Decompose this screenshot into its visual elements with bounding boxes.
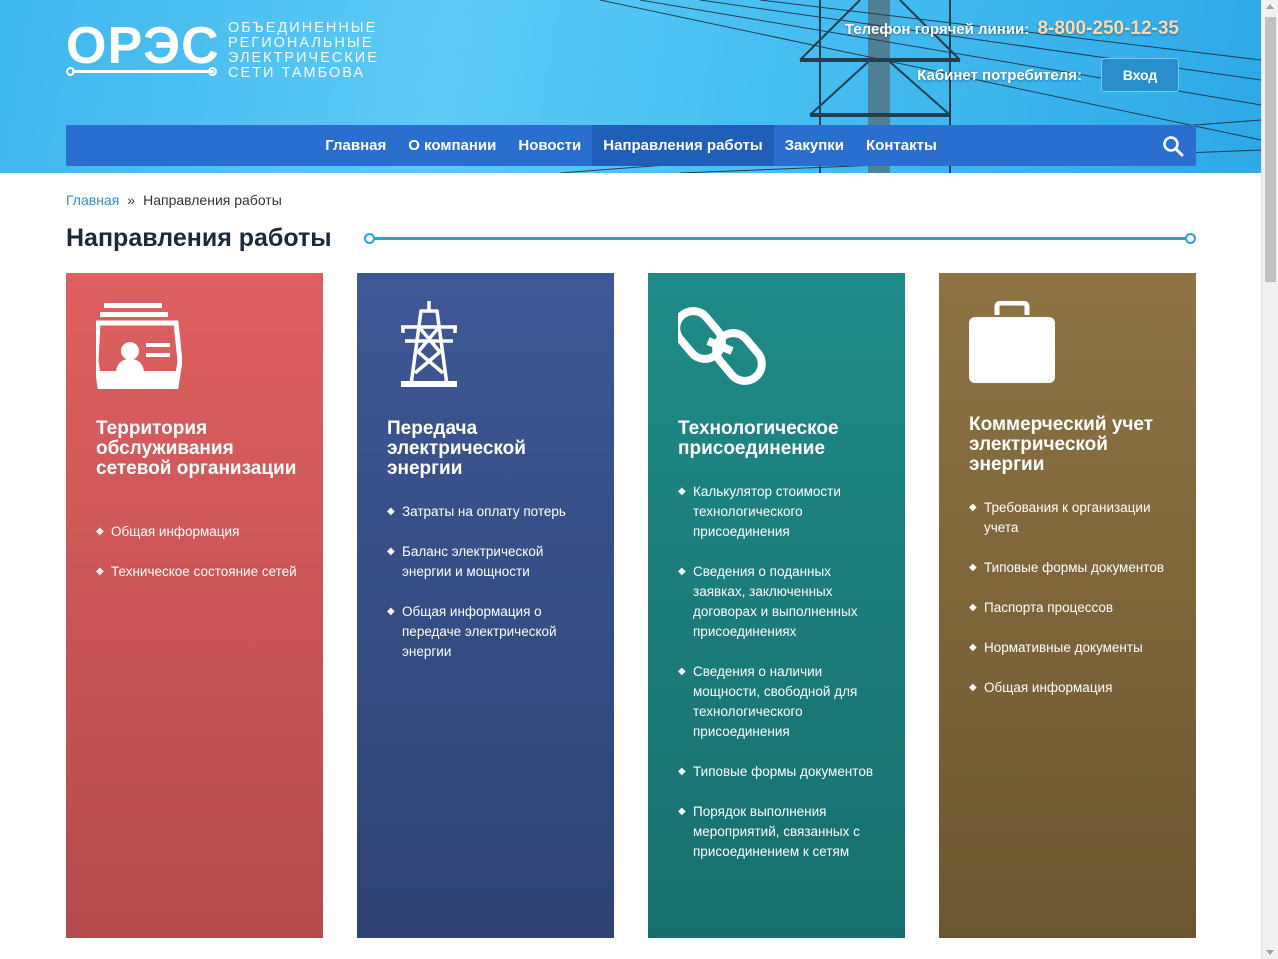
chain-link-icon	[678, 307, 766, 385]
card-link[interactable]: Затраты на оплату потерь	[387, 502, 592, 522]
card-energy-transmission: Передача электрической энергии Затраты н…	[357, 273, 614, 938]
card-link[interactable]: Общая информация о передаче электрическо…	[387, 602, 592, 662]
hotline: Телефон горячей линии: 8-800-250-12-35	[845, 18, 1179, 40]
card-link[interactable]: Общая информация	[969, 678, 1174, 698]
scroll-up-arrow-icon[interactable]	[1266, 4, 1274, 9]
card-link[interactable]: Нормативные документы	[969, 638, 1174, 658]
card-link-list: Затраты на оплату потерь Баланс электрич…	[387, 502, 592, 682]
breadcrumb: Главная » Направления работы	[66, 192, 282, 208]
card-link[interactable]: Требования к организации учета	[969, 498, 1174, 538]
card-service-territory: Территория обслуживания сетевой организа…	[66, 273, 323, 938]
hotline-phone[interactable]: 8-800-250-12-35	[1037, 18, 1179, 39]
nav-item-about[interactable]: О компании	[397, 125, 507, 166]
card-link[interactable]: Сведения о наличии мощности, свободной д…	[678, 662, 883, 742]
logo-subtitle-line: ОБЪЕДИНЕННЫЕ	[228, 20, 378, 36]
breadcrumb-current: Направления работы	[143, 192, 282, 208]
id-card-icon	[96, 303, 182, 389]
card-link[interactable]: Типовые формы документов	[678, 762, 883, 782]
card-title[interactable]: Технологическое присоединение	[678, 419, 885, 459]
card-link[interactable]: Порядок выполнения мероприятий, связанны…	[678, 802, 883, 862]
card-link[interactable]: Общая информация	[96, 522, 301, 542]
company-logo[interactable]: ОРЭС ОБЪЕДИНЕННЫЕ РЕГИОНАЛЬНЫЕ ЭЛЕКТРИЧЕ…	[66, 20, 379, 82]
briefcase-icon	[969, 301, 1055, 383]
site-header: ОРЭС ОБЪЕДИНЕННЫЕ РЕГИОНАЛЬНЫЕ ЭЛЕКТРИЧЕ…	[0, 0, 1261, 173]
main-nav: Главная О компании Новости Направления р…	[66, 125, 1196, 166]
card-tech-connection: Технологическое присоединение Калькулято…	[648, 273, 905, 938]
page-title: Направления работы	[66, 224, 332, 252]
consumer-cabinet: Кабинет потребителя: Вход	[917, 58, 1179, 92]
title-decoration-line	[364, 232, 1196, 244]
card-commercial-metering: Коммерческий учет электрической энергии …	[939, 273, 1196, 938]
logo-subtitle-line: ЭЛЕКТРИЧЕСКИЕ	[228, 50, 379, 66]
logo-subtitle-line: РЕГИОНАЛЬНЫЕ	[228, 35, 374, 51]
card-title[interactable]: Передача электрической энергии	[387, 419, 594, 479]
card-link[interactable]: Баланс электрической энергии и мощности	[387, 542, 592, 582]
logo-dot-left	[66, 67, 75, 76]
card-link-list: Общая информация Техническое состояние с…	[96, 522, 301, 602]
logo-subtitle-line: СЕТИ ТАМБОВА	[228, 65, 366, 81]
login-button[interactable]: Вход	[1101, 58, 1179, 92]
breadcrumb-home-link[interactable]: Главная	[66, 192, 119, 208]
logo-subtitle: ОБЪЕДИНЕННЫЕ РЕГИОНАЛЬНЫЕ ЭЛЕКТРИЧЕСКИЕ …	[228, 21, 379, 81]
cabinet-label: Кабинет потребителя:	[917, 66, 1082, 84]
page-scrollbar[interactable]	[1261, 0, 1278, 959]
card-link[interactable]: Техническое состояние сетей	[96, 562, 301, 582]
scrollbar-thumb[interactable]	[1265, 17, 1276, 282]
power-tower-icon	[401, 301, 457, 387]
card-link[interactable]: Паспорта процессов	[969, 598, 1174, 618]
card-link[interactable]: Типовые формы документов	[969, 558, 1174, 578]
card-link[interactable]: Калькулятор стоимости технологического п…	[678, 482, 883, 542]
logo-underline	[72, 70, 214, 73]
nav-item-contacts[interactable]: Контакты	[855, 125, 948, 166]
logo-dot-right	[208, 67, 217, 76]
card-title[interactable]: Территория обслуживания сетевой организа…	[96, 419, 303, 479]
search-icon[interactable]	[1162, 135, 1184, 157]
card-link[interactable]: Сведения о поданных заявках, заключенных…	[678, 562, 883, 642]
card-title[interactable]: Коммерческий учет электрической энергии	[969, 415, 1176, 475]
nav-item-directions[interactable]: Направления работы	[592, 125, 774, 166]
card-link-list: Требования к организации учета Типовые ф…	[969, 498, 1174, 718]
hotline-label: Телефон горячей линии:	[844, 21, 1030, 38]
scroll-down-arrow-icon[interactable]	[1266, 950, 1274, 955]
logo-mark-text: ОРЭС	[66, 17, 220, 75]
logo-mark: ОРЭС	[66, 17, 220, 82]
card-link-list: Калькулятор стоимости технологического п…	[678, 482, 883, 882]
nav-item-purchases[interactable]: Закупки	[774, 125, 855, 166]
nav-item-news[interactable]: Новости	[507, 125, 592, 166]
breadcrumb-separator: »	[127, 192, 136, 208]
nav-item-home[interactable]: Главная	[314, 125, 397, 166]
